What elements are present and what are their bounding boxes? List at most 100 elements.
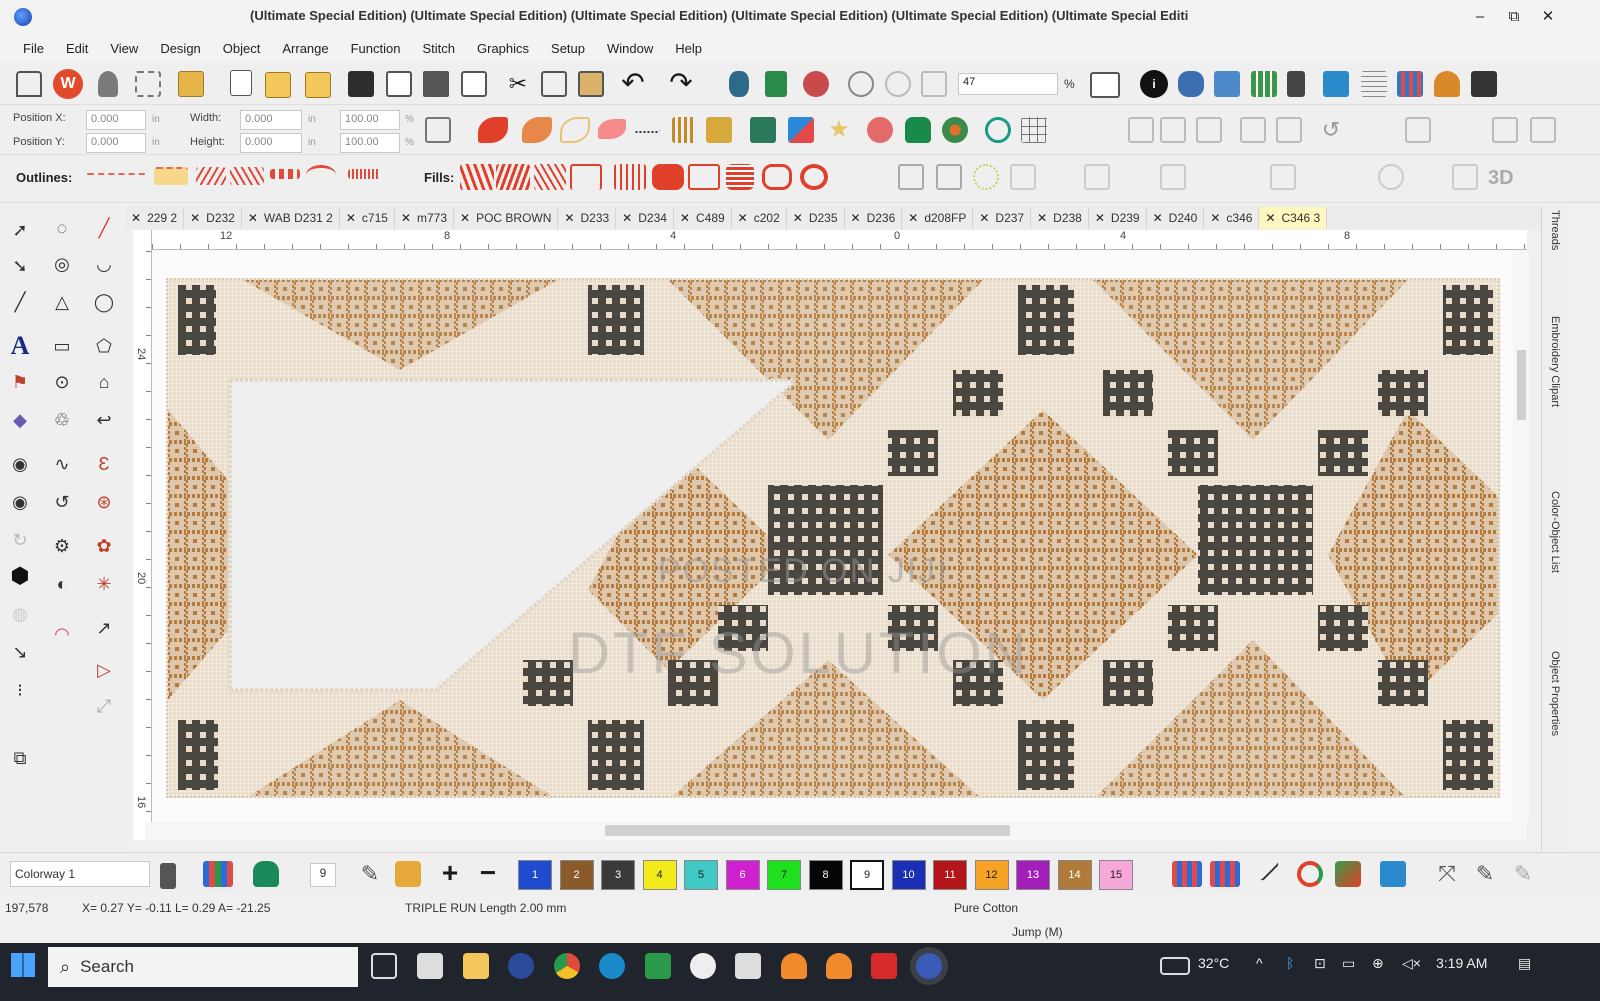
ruler-icon[interactable]: [1287, 71, 1305, 97]
tab-close-icon[interactable]: ✕: [1265, 211, 1275, 225]
loop-icon[interactable]: ↺: [48, 488, 76, 516]
menu-setup[interactable]: Setup: [540, 41, 596, 56]
globe-icon[interactable]: ⊕: [1372, 955, 1384, 972]
tab-m773[interactable]: ✕ m773: [395, 207, 455, 229]
weather-temp[interactable]: 32°C: [1198, 955, 1229, 971]
lock-proportions-icon[interactable]: [425, 117, 451, 143]
chrome-icon[interactable]: [554, 953, 580, 979]
redo-icon[interactable]: ↷: [668, 69, 694, 97]
design-info-icon[interactable]: [1178, 71, 1204, 97]
tab-d232[interactable]: ✕ D232: [184, 207, 242, 229]
tab-229-2[interactable]: ✕ 229 2: [125, 207, 185, 229]
elastic-icon[interactable]: [1452, 164, 1478, 190]
battery-icon[interactable]: ▭: [1342, 955, 1355, 972]
team-names-icon[interactable]: ⚑: [6, 368, 34, 396]
menu-view[interactable]: View: [99, 41, 149, 56]
node-edit-icon[interactable]: △: [48, 288, 76, 316]
knife-icon[interactable]: [1084, 164, 1110, 190]
pen-tool-icon[interactable]: ╱: [90, 214, 118, 242]
zoom-input[interactable]: 47: [958, 73, 1058, 95]
save-icon[interactable]: [348, 71, 374, 97]
colorway-editor-icon[interactable]: [203, 861, 233, 887]
run-icon[interactable]: [634, 119, 660, 133]
vertical-scrollbar[interactable]: [1513, 250, 1529, 822]
tab-close-icon[interactable]: ✕: [564, 211, 574, 225]
wilcom-logo-icon[interactable]: W: [53, 69, 83, 99]
thread-swatch-15[interactable]: 15: [1099, 860, 1133, 890]
motif-fill-button-icon[interactable]: [652, 164, 684, 190]
overview-window-icon[interactable]: [1090, 72, 1120, 98]
volume-icon[interactable]: ◁×: [1402, 955, 1421, 972]
new-file-icon[interactable]: [230, 70, 252, 96]
docker-object-properties-tab[interactable]: Object Properties: [1545, 651, 1565, 791]
thread-swatch-5[interactable]: 5: [684, 860, 718, 890]
reshape-arrow-icon[interactable]: ➘: [6, 252, 34, 280]
menu-edit[interactable]: Edit: [55, 41, 99, 56]
tab-c489[interactable]: ✕ C489: [674, 207, 732, 229]
tab-close-icon[interactable]: ✕: [1095, 211, 1105, 225]
tatami-fill-icon[interactable]: [460, 164, 494, 190]
flower-icon[interactable]: ✿: [90, 532, 118, 560]
docker-color-object-list-tab[interactable]: Color-Object List: [1545, 491, 1565, 631]
tab-close-icon[interactable]: ✕: [793, 211, 803, 225]
tab-close-icon[interactable]: ✕: [346, 211, 356, 225]
branching-icon[interactable]: [706, 117, 732, 143]
tatami-icon[interactable]: [522, 117, 552, 143]
color-wheel-icon[interactable]: [942, 117, 968, 143]
colorway-bar-icon[interactable]: [160, 863, 176, 889]
sort-colors-icon[interactable]: [1210, 861, 1240, 887]
print-icon[interactable]: [423, 71, 449, 97]
hoop-ring-icon[interactable]: [985, 117, 1011, 143]
colorway-select[interactable]: Colorway 1: [10, 861, 150, 887]
tab-d239[interactable]: ✕ D239: [1089, 207, 1147, 229]
star-burst-icon[interactable]: ✳: [90, 570, 118, 598]
color-ring-icon[interactable]: [1297, 861, 1323, 887]
column-icon[interactable]: [672, 117, 696, 143]
open-folder-icon[interactable]: [265, 72, 291, 98]
position-y-input[interactable]: 0.000: [86, 133, 146, 153]
distribute-icon[interactable]: [1160, 117, 1186, 143]
minimize-button[interactable]: –: [1466, 6, 1494, 28]
windows-start-icon[interactable]: [11, 953, 35, 977]
triangle-tool-icon[interactable]: ▷: [90, 656, 118, 684]
thread-swatch-2[interactable]: 2: [559, 860, 594, 890]
brush-icon[interactable]: ✎: [1510, 861, 1536, 887]
show-objects-icon[interactable]: [765, 71, 787, 97]
freehand-icon[interactable]: ∿: [48, 450, 76, 478]
reshape-icon[interactable]: [1010, 164, 1036, 190]
paint-bucket-icon[interactable]: [395, 861, 421, 887]
restore-button[interactable]: ⧉: [1500, 6, 1528, 28]
production-worksheet-icon[interactable]: [1214, 71, 1240, 97]
app-orange-icon[interactable]: [781, 953, 807, 979]
app-red-icon[interactable]: [871, 953, 897, 979]
rotate-icon[interactable]: [1276, 117, 1302, 143]
motif-fill-icon[interactable]: [598, 119, 626, 139]
scale-width-input[interactable]: 100.00: [340, 110, 400, 130]
tab-close-icon[interactable]: ✕: [979, 211, 989, 225]
needle-line-icon[interactable]: [1252, 854, 1280, 882]
tab-close-icon[interactable]: ✕: [401, 211, 411, 225]
tab-close-icon[interactable]: ✕: [908, 211, 918, 225]
satin-fill-icon[interactable]: [496, 164, 530, 190]
tab-close-icon[interactable]: ✕: [680, 211, 690, 225]
horizontal-scroll-thumb[interactable]: [605, 825, 1010, 836]
tab-close-icon[interactable]: ✕: [248, 211, 258, 225]
app-blue-icon[interactable]: [508, 953, 534, 979]
point-dot-icon[interactable]: ◉: [6, 450, 34, 478]
table-grid-icon[interactable]: [1021, 117, 1047, 143]
thread-swatch-7[interactable]: 7: [767, 860, 801, 890]
tab-close-icon[interactable]: ✕: [738, 211, 748, 225]
curve-icon[interactable]: ◡: [90, 250, 118, 278]
tab-close-icon[interactable]: ✕: [131, 211, 141, 225]
menu-arrange[interactable]: Arrange: [271, 41, 339, 56]
embroidery-design[interactable]: POSTED ON JIJI DTF SOLUTION: [166, 278, 1500, 798]
contour-fill-icon[interactable]: [762, 164, 792, 190]
thread-swatch-6[interactable]: 6: [725, 860, 760, 890]
home-icon[interactable]: [16, 71, 42, 97]
needle-icon[interactable]: [98, 71, 118, 97]
export-icon[interactable]: [386, 71, 412, 97]
stitch-player-icon[interactable]: [921, 71, 947, 97]
menu-file[interactable]: File: [12, 41, 55, 56]
tab-c346-3[interactable]: ✕ C346 3: [1259, 207, 1328, 229]
rotate-disabled-icon[interactable]: ↻: [6, 526, 34, 554]
